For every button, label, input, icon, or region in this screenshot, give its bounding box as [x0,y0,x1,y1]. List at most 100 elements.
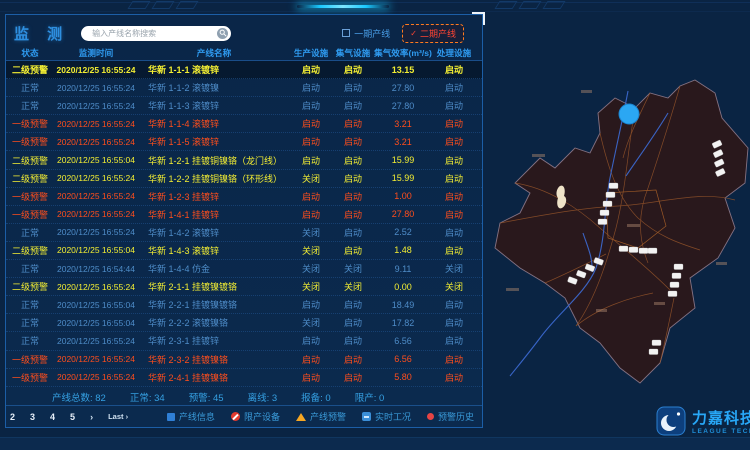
page-button-4[interactable]: 4 [50,412,55,422]
line-name-cell: 华新 2-1-1 挂镀镍镀铬 [138,280,290,293]
gas-facility-cell: 启动 [332,353,374,366]
col-gas-facility: 集气设施 [332,47,374,59]
treatment-facility-cell: 启动 [432,244,476,257]
treatment-facility-cell: 启动 [432,226,476,239]
status-cell: 二级预警 [6,154,54,167]
table-row[interactable]: 一级预警 2020/12/25 16:55:24 华新 1-1-5 滚镀锌 启动… [6,133,482,151]
production-device-cell: 启动 [290,371,332,384]
table-row[interactable]: 正常 2020/12/25 16:55:24 华新 1-4-2 滚镀锌 关闭 启… [6,224,482,242]
search-icon[interactable] [217,28,228,39]
pagination: 2 3 4 5 › Last › [10,412,128,422]
table-row[interactable]: 正常 2020/12/25 16:54:44 华新 1-4-4 仿金 关闭 关闭… [6,260,482,278]
status-cell: 一级预警 [6,190,54,203]
table-row[interactable]: 正常 2020/12/25 16:55:24 华新 1-1-2 滚镀镍 启动 启… [6,79,482,97]
production-device-cell: 启动 [290,63,332,76]
line-name-cell: 华新 1-4-4 仿金 [138,262,290,275]
table-row[interactable]: 一级预警 2020/12/25 16:55:24 华新 2-4-1 挂镀镍铬 启… [6,369,482,387]
page-button-2[interactable]: 2 [10,412,15,422]
table-row[interactable]: 二级预警 2020/12/25 16:55:24 华新 2-1-1 挂镀镍镀铬 … [6,278,482,296]
treatment-facility-cell: 启动 [432,208,476,221]
treatment-facility-cell: 启动 [432,63,476,76]
treatment-facility-cell: 启动 [432,135,476,148]
gas-efficiency-cell: 5.80 [374,372,432,382]
summary-reported: 报备: 0 [301,390,331,404]
next-page-button[interactable]: › [90,412,93,422]
treatment-facility-cell: 关闭 [432,280,476,293]
time-cell: 2020/12/25 16:55:24 [54,227,138,237]
production-device-cell: 启动 [290,135,332,148]
legend-item-line-info[interactable]: 产线信息 [167,410,215,423]
summary-warning: 预警: 45 [189,390,224,404]
top-glow-line [297,5,389,8]
status-cell: 正常 [6,334,54,347]
time-cell: 2020/12/25 16:55:04 [54,318,138,328]
brand-name: 力嘉科技 [692,407,750,428]
time-cell: 2020/12/25 16:55:24 [54,83,138,93]
search-input[interactable] [90,28,217,39]
gas-facility-cell: 关闭 [332,262,374,275]
treatment-facility-cell: 启动 [432,172,476,185]
time-cell: 2020/12/25 16:55:24 [54,173,138,183]
legend-item-warning-history[interactable]: 预警历史 [427,410,474,423]
table-row[interactable]: 一级预警 2020/12/25 16:55:24 华新 2-3-2 挂镀镍铬 启… [6,351,482,369]
table-row[interactable]: 二级预警 2020/12/25 16:55:24 华新 1-1-1 滚镀锌 启动… [6,61,482,79]
line-name-cell: 华新 1-1-2 滚镀镍 [138,81,290,94]
gas-efficiency-cell: 3.21 [374,119,432,129]
table-row[interactable]: 二级预警 2020/12/25 16:55:04 华新 1-4-3 滚镀锌 关闭… [6,242,482,260]
page-button-5[interactable]: 5 [70,412,75,422]
status-cell: 二级预警 [6,172,54,185]
line-name-cell: 华新 2-3-1 挂镀锌 [138,334,290,347]
page-button-3[interactable]: 3 [30,412,35,422]
legend-item-realtime-status[interactable]: 实时工况 [362,410,411,423]
gas-facility-cell: 启动 [332,208,374,221]
table-row[interactable]: 二级预警 2020/12/25 16:55:24 华新 1-2-2 挂镀铜镍铬（… [6,170,482,188]
legend-item-limited-device[interactable]: 限产设备 [231,410,280,423]
top-deco-boxes-right [497,1,563,9]
table-row[interactable]: 一级预警 2020/12/25 16:55:24 华新 1-1-4 滚镀锌 启动… [6,115,482,133]
phase1-checkbox[interactable]: 一期产线 [342,27,390,40]
summary-normal: 正常: 34 [130,390,165,404]
status-cell: 二级预警 [6,244,54,257]
gas-efficiency-cell: 15.99 [374,173,432,183]
gas-efficiency-cell: 27.80 [374,101,432,111]
status-cell: 正常 [6,99,54,112]
phase2-button[interactable]: ✓ 二期产线 [402,24,464,43]
production-device-cell: 启动 [290,208,332,221]
table-row[interactable]: 正常 2020/12/25 16:55:04 华新 2-2-1 挂镀镍镀铬 启动… [6,296,482,314]
top-deco-boxes-left [130,1,196,9]
gas-efficiency-cell: 1.00 [374,191,432,201]
brand-logo: 力嘉科技 LEAGUE TECH [656,406,750,436]
line-name-cell: 华新 1-1-3 滚镀锌 [138,99,290,112]
summary-limited: 限产: 0 [355,390,385,404]
treatment-facility-cell: 启动 [432,334,476,347]
time-cell: 2020/12/25 16:55:24 [54,372,138,382]
time-cell: 2020/12/25 16:55:04 [54,155,138,165]
production-device-cell: 关闭 [290,244,332,257]
district-map [488,58,750,406]
treatment-facility-cell: 启动 [432,298,476,311]
checkbox-icon [342,29,350,37]
legend-label: 产线信息 [179,410,215,423]
legend-label: 实时工况 [375,410,411,423]
phase-filter-group: 一期产线 ✓ 二期产线 [342,24,464,43]
table-row[interactable]: 正常 2020/12/25 16:55:24 华新 1-1-3 滚镀锌 启动 启… [6,97,482,115]
last-page-button[interactable]: Last › [108,412,128,421]
table-row[interactable]: 一级预警 2020/12/25 16:55:24 华新 1-4-1 挂镀锌 启动… [6,206,482,224]
status-cell: 一级预警 [6,135,54,148]
alert-location-marker[interactable] [619,104,639,124]
line-name-cell: 华新 2-2-1 挂镀镍镀铬 [138,298,290,311]
phase1-label: 一期产线 [354,27,390,40]
gas-efficiency-cell: 27.80 [374,83,432,93]
time-cell: 2020/12/25 16:55:04 [54,300,138,310]
production-device-cell: 启动 [290,298,332,311]
table-row[interactable]: 一级预警 2020/12/25 16:55:24 华新 1-2-3 挂镀锌 启动… [6,188,482,206]
legend-item-line-warning[interactable]: 产线预警 [296,410,346,423]
treatment-facility-cell: 启动 [432,81,476,94]
status-cell: 一级预警 [6,208,54,221]
time-cell: 2020/12/25 16:54:44 [54,264,138,274]
table-row[interactable]: 正常 2020/12/25 16:55:04 华新 2-2-2 滚镀镍铬 关闭 … [6,314,482,332]
time-cell: 2020/12/25 16:55:24 [54,209,138,219]
table-row[interactable]: 正常 2020/12/25 16:55:24 华新 2-3-1 挂镀锌 启动 启… [6,332,482,350]
table-row[interactable]: 二级预警 2020/12/25 16:55:04 华新 1-2-1 挂镀铜镍铬（… [6,151,482,169]
gas-efficiency-cell: 27.80 [374,209,432,219]
